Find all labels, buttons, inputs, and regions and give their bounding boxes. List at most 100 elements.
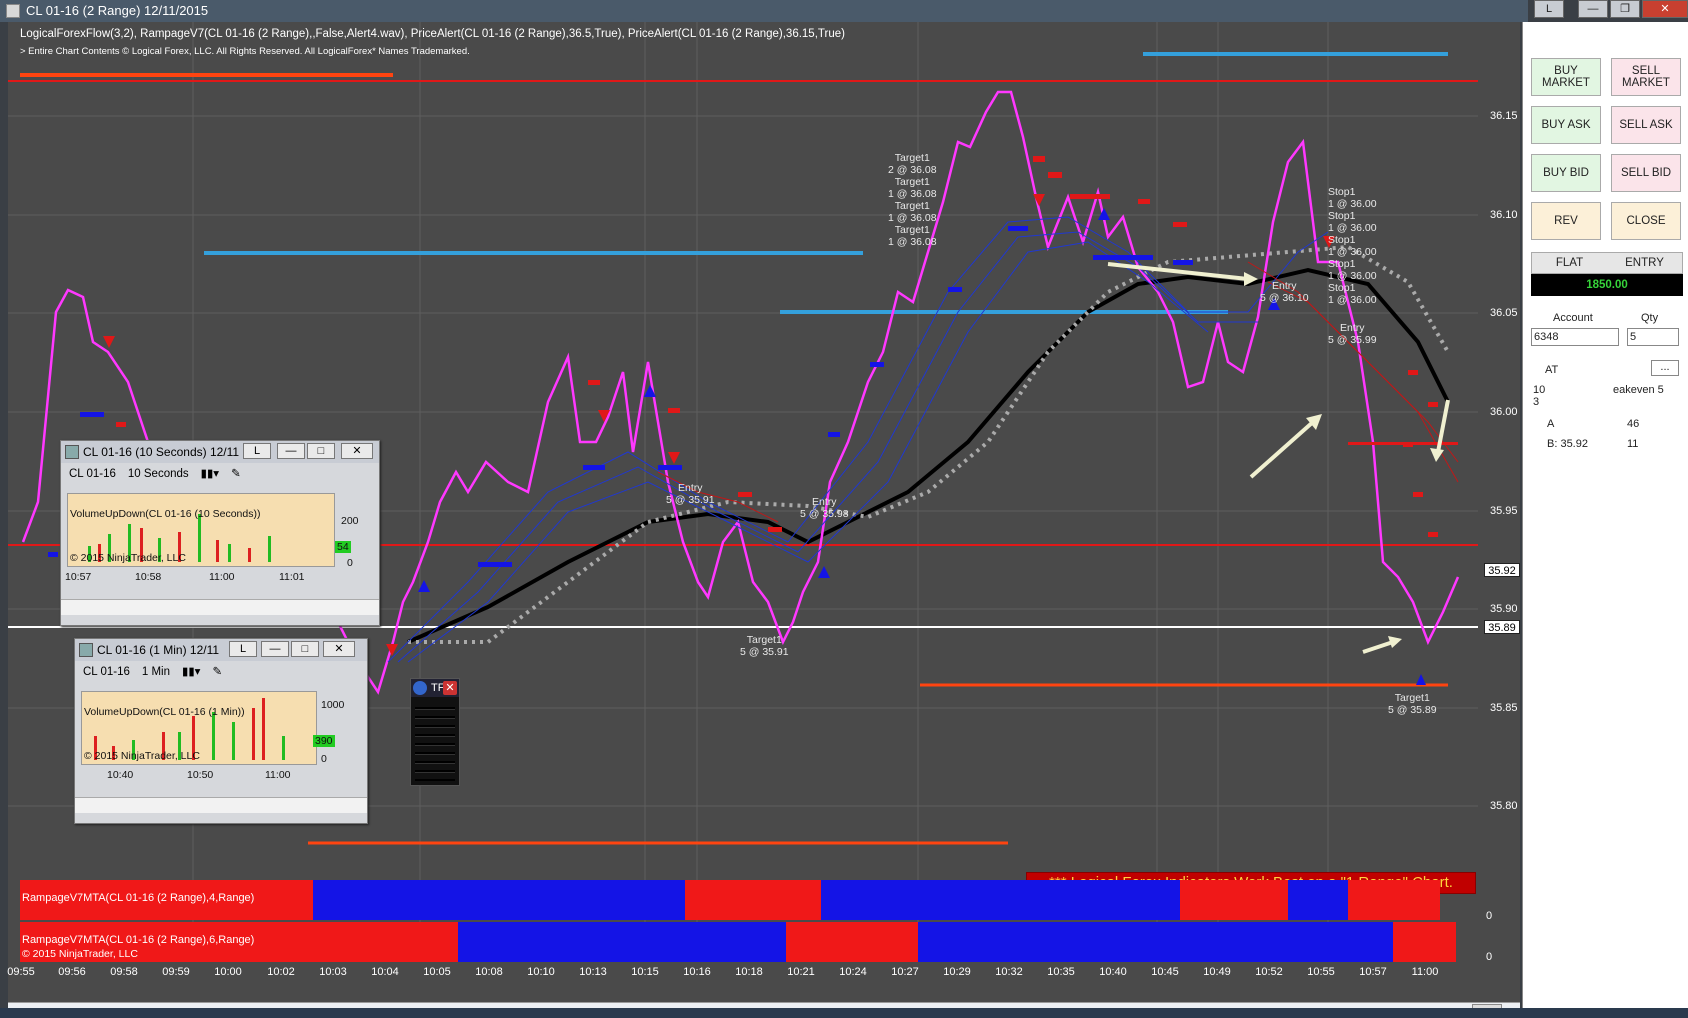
subwin2-scrollbar[interactable]	[75, 797, 367, 813]
mode-l-button[interactable]: L	[243, 443, 271, 459]
position-entry: ENTRY	[1625, 257, 1664, 269]
time-label: 10:45	[1151, 966, 1179, 978]
atm-strategy-select[interactable]: 10 3	[1531, 382, 1551, 408]
chart-window-1min[interactable]: CL 01-16 (1 Min) 12/11 L — □ ✕ CL 01-16 …	[74, 638, 368, 824]
time-label: 11:00	[265, 769, 291, 781]
buy-bid-button[interactable]: BUY BID	[1531, 154, 1601, 192]
sell-ask-button[interactable]: SELL ASK	[1611, 106, 1681, 144]
close-icon[interactable]: ✕	[1642, 0, 1688, 18]
instrument-select[interactable]: CL 01-16	[69, 463, 116, 485]
subwin1-titlebar[interactable]: CL 01-16 (10 Seconds) 12/11 L — □ ✕	[61, 441, 379, 463]
time-label: 10:24	[839, 966, 867, 978]
bar-type-icon[interactable]: ▮▮▾	[201, 463, 219, 485]
subwin2-title: CL 01-16 (1 Min) 12/11	[97, 643, 220, 657]
subwin1-toolbar: CL 01-16 10 Seconds ▮▮▾ ✎	[61, 463, 379, 485]
subwin1-indicator: VolumeUpDown(CL 01-16 (10 Seconds))	[70, 508, 261, 520]
entry-annotation: Entry 5 @ 35.98	[800, 496, 849, 520]
reverse-button[interactable]: REV	[1531, 202, 1601, 240]
chart-trader-panel: BUY MARKET SELL MARKET BUY ASK SELL ASK …	[1522, 22, 1688, 1018]
atm-more-button[interactable]: ...	[1651, 360, 1679, 376]
time-axis: 09:55 09:56 09:58 09:59 10:00 10:02 10:0…	[7, 962, 1520, 982]
restore-icon[interactable]: ❐	[1610, 0, 1640, 18]
time-label: 10:32	[995, 966, 1023, 978]
time-label: 10:57	[65, 571, 92, 583]
sell-bid-button[interactable]: SELL BID	[1611, 154, 1681, 192]
time-label: 10:13	[579, 966, 607, 978]
chart-app-icon	[65, 445, 79, 459]
minimize-icon[interactable]: —	[277, 443, 305, 459]
maximize-icon[interactable]: □	[307, 443, 335, 459]
time-label: 10:35	[1047, 966, 1075, 978]
sell-market-button[interactable]: SELL MARKET	[1611, 58, 1681, 96]
time-label: 10:52	[1255, 966, 1283, 978]
time-label: 10:03	[319, 966, 347, 978]
atm-label: AT	[1545, 364, 1559, 376]
time-label: 10:16	[683, 966, 711, 978]
bar-type-icon[interactable]: ▮▮▾	[182, 661, 200, 683]
time-label: 10:15	[631, 966, 659, 978]
qty-input[interactable]: 5	[1627, 328, 1679, 346]
time-label: 09:59	[162, 966, 190, 978]
time-label: 10:49	[1203, 966, 1231, 978]
time-label: 10:05	[423, 966, 451, 978]
minimize-icon[interactable]: —	[1578, 0, 1608, 18]
entry-annotation: Entry 5 @ 35.99	[1328, 322, 1377, 346]
time-label: 10:02	[267, 966, 295, 978]
band2-label: RampageV7MTA(CL 01-16 (2 Range),6,Range)	[22, 934, 255, 946]
draw-tool-icon[interactable]: ✎	[212, 661, 222, 683]
account-label: Account	[1553, 312, 1593, 324]
bid-label: B: 35.92	[1547, 438, 1588, 450]
subwin1-title: CL 01-16 (10 Seconds) 12/11	[83, 445, 240, 459]
instrument-select[interactable]: CL 01-16	[83, 661, 130, 683]
buy-ask-button[interactable]: BUY ASK	[1531, 106, 1601, 144]
price-label: 36.15	[1490, 110, 1518, 122]
time-label: 11:00	[209, 571, 235, 583]
buy-market-button[interactable]: BUY MARKET	[1531, 58, 1601, 96]
subwin1-scrollbar[interactable]	[61, 599, 379, 615]
time-label: 10:21	[787, 966, 815, 978]
tf-market-depth[interactable]: TF ✕	[410, 678, 460, 786]
interval-select[interactable]: 1 Min	[142, 661, 170, 683]
close-icon[interactable]: ✕	[443, 681, 457, 695]
time-label: 10:10	[527, 966, 555, 978]
price-label: 36.10	[1490, 209, 1518, 221]
window-title: CL 01-16 (2 Range) 12/11/2015	[26, 3, 209, 18]
current-price-tag: 35.92	[1484, 563, 1520, 577]
target-annotation: Target1 5 @ 35.91	[740, 634, 789, 658]
account-select[interactable]: 6348	[1531, 328, 1619, 346]
window-controls: L — ❐ ✕	[1534, 0, 1688, 18]
mode-l-button[interactable]: L	[1534, 0, 1564, 18]
volume-axis-label: 0	[347, 557, 353, 569]
close-icon[interactable]: ✕	[323, 641, 355, 657]
subwin2-indicator: VolumeUpDown(CL 01-16 (1 Min))	[84, 706, 245, 718]
subwin2-titlebar[interactable]: CL 01-16 (1 Min) 12/11 L — □ ✕	[75, 639, 367, 661]
chart-copyright-header: > Entire Chart Contents © Logical Forex,…	[20, 46, 470, 57]
draw-tool-icon[interactable]: ✎	[231, 463, 241, 485]
time-label: 09:56	[58, 966, 86, 978]
mode-l-button[interactable]: L	[229, 641, 257, 657]
time-label: 10:29	[943, 966, 971, 978]
interval-select[interactable]: 10 Seconds	[128, 463, 189, 485]
entry-annotation: Entry 5 @ 36.10	[1260, 280, 1309, 304]
price-label: 36.05	[1490, 307, 1518, 319]
chart-app-icon	[79, 643, 93, 657]
time-label: 09:55	[7, 966, 35, 978]
price-label: 36.00	[1490, 406, 1518, 418]
volume-axis-label: 1000	[321, 699, 345, 711]
time-label: 10:50	[187, 769, 214, 781]
target-annotation: Target1 2 @ 36.08 Target1 1 @ 36.08 Targ…	[888, 152, 937, 248]
position-flat: FLAT	[1555, 257, 1584, 269]
subwin2-copyright: © 2015 NinjaTrader, LLC	[84, 750, 200, 762]
price-label: 35.95	[1490, 505, 1518, 517]
time-label: 10:40	[1099, 966, 1127, 978]
chart-window-10sec[interactable]: CL 01-16 (10 Seconds) 12/11 L — □ ✕ CL 0…	[60, 440, 380, 626]
target-annotation: Target1 5 @ 35.89	[1388, 692, 1437, 716]
time-label: 10:18	[735, 966, 763, 978]
close-icon[interactable]: ✕	[341, 443, 373, 459]
close-position-button[interactable]: CLOSE	[1611, 202, 1681, 240]
minimize-icon[interactable]: —	[261, 641, 289, 657]
time-label: 10:08	[475, 966, 503, 978]
window-titlebar: CL 01-16 (2 Range) 12/11/2015	[0, 0, 1528, 22]
maximize-icon[interactable]: □	[291, 641, 319, 657]
volume-value-tag: 390	[313, 735, 335, 747]
